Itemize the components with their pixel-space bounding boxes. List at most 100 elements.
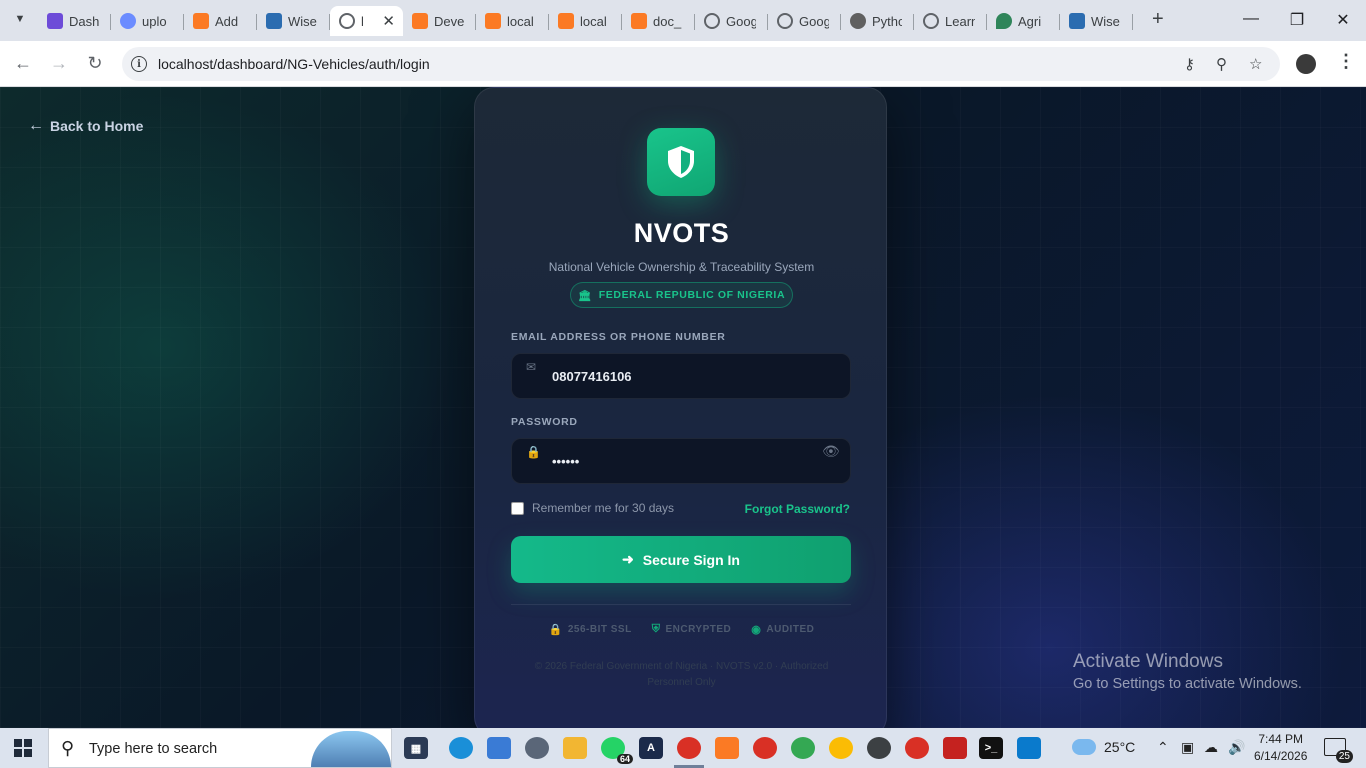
remember-me[interactable]: Remember me for 30 days — [511, 501, 674, 515]
chrome-profile-icon[interactable] — [677, 737, 701, 759]
file-explorer-icon[interactable] — [563, 737, 587, 759]
notifications-icon[interactable]: 25 — [1324, 738, 1353, 763]
nigeria-badge: 🏛 FEDERAL REPUBLIC OF NIGERIA — [570, 282, 793, 308]
chrome-profile-icon[interactable] — [905, 737, 929, 759]
arrow-left-icon: ← — [28, 117, 44, 134]
edge-icon[interactable] — [449, 737, 473, 759]
weather-widget[interactable]: 25°C — [1072, 739, 1135, 755]
reload-button[interactable]: ↻ — [84, 53, 106, 73]
taskbar: ⚲ Type here to search ▦ 64 A >_ 25°C ⌃ ▣… — [0, 728, 1366, 768]
tab-12[interactable]: Learn — [914, 6, 987, 36]
lock-icon: 🔒 — [548, 624, 563, 636]
back-to-home-link[interactable]: ← Back to Home — [28, 117, 143, 135]
cloud-icon — [1072, 739, 1096, 755]
encrypted-label: ENCRYPTED — [665, 624, 732, 635]
h-logo-icon — [47, 13, 63, 29]
bookmark-star-icon[interactable]: ☆ — [1249, 55, 1262, 73]
show-password-eye-icon[interactable]: 👁 — [822, 443, 840, 460]
forgot-password-link[interactable]: Forgot Password? — [745, 502, 850, 516]
clock[interactable]: 7:44 PM 6/14/2026 — [1254, 731, 1307, 765]
upload-icon — [120, 13, 136, 29]
tab-label: Learn — [945, 13, 975, 29]
tab-label: uplo — [142, 13, 167, 29]
back-button[interactable]: ← — [12, 53, 34, 73]
tab-11[interactable]: Pytho — [841, 6, 914, 36]
browser-toolbar: ← → ↻ i localhost/dashboard/NG-Vehicles/… — [0, 41, 1366, 87]
password-input[interactable] — [552, 439, 812, 483]
chevron-up-icon[interactable]: ⌃ — [1157, 739, 1169, 756]
email-input[interactable] — [552, 354, 812, 398]
tab-search-button[interactable]: ▼ — [9, 8, 31, 30]
zoom-icon[interactable]: ⚲ — [1216, 55, 1227, 73]
password-key-icon[interactable]: ⚷ — [1184, 55, 1195, 73]
restore-button[interactable]: ❐ — [1282, 10, 1312, 30]
clock-date: 6/14/2026 — [1254, 749, 1308, 763]
close-tab-icon[interactable]: ✕ — [382, 12, 395, 30]
shield-icon: ⛨ — [651, 623, 661, 635]
envelope-icon: ✉ — [526, 360, 537, 374]
store-icon[interactable] — [487, 737, 511, 759]
camera-icon[interactable] — [525, 737, 549, 759]
site-info-icon[interactable]: i — [131, 56, 147, 72]
tab-strip: ▼ Dash uplo Add Wise l ✕ Deve local local doc_ Goo… — [0, 0, 1366, 41]
tab-label: Wise — [1091, 13, 1120, 29]
globe-icon — [704, 13, 720, 29]
tab-0[interactable]: Dash — [38, 6, 111, 36]
volume-icon[interactable]: 🔊 — [1228, 739, 1245, 756]
new-tab-button[interactable]: + — [1152, 9, 1164, 29]
chrome-profile-icon[interactable] — [753, 737, 777, 759]
globe-icon — [777, 13, 793, 29]
copyright-text: © 2026 Federal Government of Nigeria · N… — [534, 661, 829, 688]
tab-label: Agri — [1018, 13, 1042, 29]
tab-label: local — [507, 13, 534, 29]
activate-windows-watermark: Activate Windows Go to Settings to activ… — [1073, 651, 1302, 692]
close-window-button[interactable]: ✕ — [1328, 10, 1358, 30]
taskbar-search[interactable]: ⚲ Type here to search — [48, 728, 392, 768]
tab-3[interactable]: Wise — [257, 6, 330, 36]
browser-menu-icon[interactable]: ⋮ — [1337, 51, 1355, 72]
password-label: PASSWORD — [511, 416, 578, 428]
xampp-icon[interactable] — [715, 737, 739, 759]
acrobat-icon[interactable] — [943, 737, 967, 759]
tab-9[interactable]: Goog — [695, 6, 768, 36]
tab-1[interactable]: uplo — [111, 6, 184, 36]
url-text[interactable]: localhost/dashboard/NG-Vehicles/auth/log… — [158, 56, 430, 72]
remember-checkbox[interactable] — [511, 501, 524, 515]
notification-count: 25 — [1335, 750, 1353, 763]
tab-8[interactable]: doc_ — [622, 6, 695, 36]
remember-label: Remember me for 30 days — [532, 501, 675, 515]
secure-sign-in-button[interactable]: ➜ Secure Sign In — [511, 536, 851, 583]
minimize-button[interactable]: — — [1236, 10, 1266, 28]
task-view-icon[interactable]: ▦ — [404, 737, 428, 759]
tab-2[interactable]: Add — [184, 6, 257, 36]
ssl-badge: 🔒 256-BIT SSL — [549, 623, 632, 636]
weather-temp: 25°C — [1104, 739, 1136, 755]
chrome-profile-icon[interactable] — [791, 737, 815, 759]
profile-avatar[interactable] — [1296, 54, 1316, 74]
forward-button[interactable]: → — [48, 53, 70, 73]
arduino-icon[interactable]: A — [639, 737, 663, 759]
tab-13[interactable]: Agri — [987, 6, 1060, 36]
back-to-home-label: Back to Home — [50, 118, 144, 134]
tab-label: local — [580, 13, 607, 29]
tab-10[interactable]: Goog — [768, 6, 841, 36]
clock-time: 7:44 PM — [1258, 732, 1304, 746]
settings-gear-icon[interactable] — [867, 737, 891, 759]
tab-7[interactable]: local — [549, 6, 622, 36]
tab-5[interactable]: Deve — [403, 6, 476, 36]
terminal-icon[interactable]: >_ — [979, 737, 1003, 759]
tab-14[interactable]: Wise — [1060, 6, 1133, 36]
tab-label: doc_ — [653, 13, 682, 29]
meet-now-icon[interactable]: ▣ — [1181, 739, 1194, 756]
windows-start-icon[interactable] — [14, 739, 32, 757]
vscode-icon[interactable] — [1017, 737, 1041, 759]
chrome-icon[interactable] — [829, 737, 853, 759]
search-highlight-image — [311, 731, 391, 767]
globe-icon — [339, 13, 355, 29]
tab-4[interactable]: l ✕ — [330, 6, 403, 36]
address-bar[interactable]: i localhost/dashboard/NG-Vehicles/auth/l… — [122, 47, 1280, 81]
tab-6[interactable]: local — [476, 6, 549, 36]
onedrive-cloud-icon[interactable]: ☁ — [1204, 739, 1218, 756]
whatsapp-icon[interactable]: 64 — [601, 737, 633, 764]
login-page: ← Back to Home NVOTS National Vehicle Ow… — [0, 87, 1366, 728]
